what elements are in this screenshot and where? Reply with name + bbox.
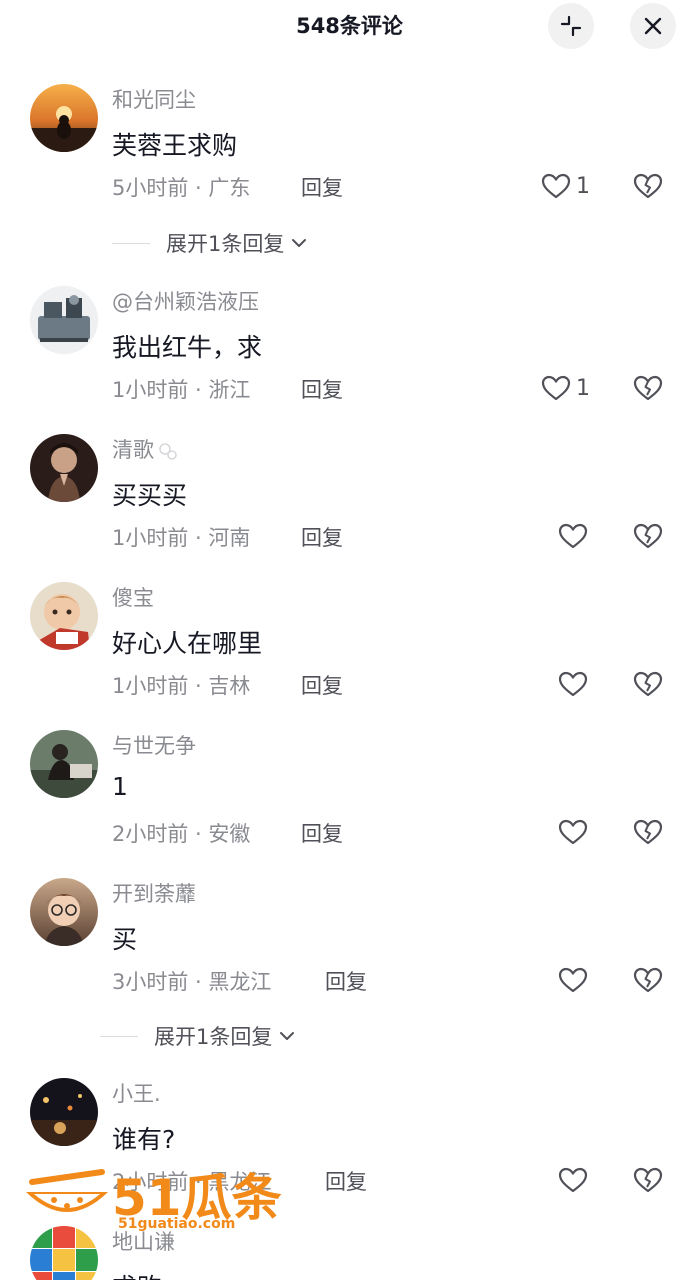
heart-icon	[558, 523, 588, 549]
like-count: 1	[576, 173, 590, 199]
comment-text: 我出红牛，求	[112, 333, 263, 362]
comment-time: 3小时前	[112, 970, 189, 994]
comment-time: 5小时前	[112, 176, 189, 200]
reply-button[interactable]: 回复	[325, 1166, 367, 1196]
expand-replies-label: 展开1条回复	[166, 232, 285, 256]
reply-button[interactable]: 回复	[301, 818, 343, 848]
comment-username[interactable]: 与世无争	[112, 730, 196, 760]
avatar[interactable]	[30, 1078, 98, 1146]
comment-text: 芙蓉王求购	[112, 131, 238, 160]
comment-text: 好心人在哪里	[112, 629, 263, 658]
expand-replies-button[interactable]: 展开1条回复	[100, 1021, 296, 1051]
heart-broken-icon	[633, 1167, 663, 1193]
avatar[interactable]	[30, 730, 98, 798]
comment-text: 1	[112, 772, 128, 801]
heart-broken-icon	[633, 375, 663, 401]
avatar[interactable]	[30, 878, 98, 946]
avatar[interactable]	[30, 434, 98, 502]
comment-meta: 1小时前 · 河南	[112, 526, 251, 550]
comment-meta: 2小时前 · 安徽	[112, 822, 251, 846]
comment-username[interactable]: 清歌	[112, 434, 180, 464]
like-button[interactable]	[557, 816, 589, 848]
comment-username[interactable]: 小王.	[112, 1078, 161, 1108]
dislike-button[interactable]	[632, 372, 664, 404]
comment-username[interactable]: @台州颖浩液压	[112, 286, 259, 316]
heart-broken-icon	[633, 173, 663, 199]
comment-location: 吉林	[208, 674, 251, 698]
badge-icon	[159, 443, 177, 460]
like-count: 1	[576, 375, 590, 401]
comment-meta: 5小时前 · 广东	[112, 176, 251, 200]
dislike-button[interactable]	[632, 520, 664, 552]
comment-location: 广东	[208, 176, 251, 200]
reply-button[interactable]: 回复	[301, 670, 343, 700]
heart-icon	[558, 967, 588, 993]
reply-button[interactable]: 回复	[301, 522, 343, 552]
comment-time: 2小时前	[112, 822, 189, 846]
watermark-logo: 51瓜条 51guatiao.com	[22, 1158, 322, 1238]
like-button[interactable]	[557, 520, 589, 552]
expand-replies-button[interactable]: 展开1条回复	[112, 228, 308, 258]
heart-icon	[558, 819, 588, 845]
heart-broken-icon	[633, 819, 663, 845]
dislike-button[interactable]	[632, 964, 664, 996]
comment-username[interactable]: 开到荼蘼	[112, 878, 196, 908]
comment-meta: 1小时前 · 浙江	[112, 378, 251, 402]
divider	[112, 242, 150, 244]
comment-text: 买	[112, 925, 138, 954]
like-button[interactable]: 1	[540, 372, 590, 404]
watermark-url: 51guatiao.com	[118, 1216, 236, 1232]
dislike-button[interactable]	[632, 816, 664, 848]
comment-location: 河南	[208, 526, 251, 550]
comment-time: 1小时前	[112, 378, 189, 402]
comment-text: 买买买	[112, 481, 188, 510]
divider	[100, 1035, 138, 1037]
avatar[interactable]	[30, 582, 98, 650]
like-button[interactable]	[557, 668, 589, 700]
comment-username[interactable]: 傻宝	[112, 582, 154, 612]
page-title: 548条评论	[296, 14, 403, 38]
collapse-button[interactable]	[548, 3, 594, 49]
comment-time: 1小时前	[112, 526, 189, 550]
like-button[interactable]	[557, 964, 589, 996]
comment-username-text: 清歌	[112, 438, 154, 462]
chevron-down-icon	[280, 1032, 295, 1040]
close-icon	[644, 17, 662, 35]
close-button[interactable]	[630, 3, 676, 49]
avatar[interactable]	[30, 84, 98, 152]
comments-header: 548条评论	[0, 0, 699, 50]
dislike-button[interactable]	[632, 1164, 664, 1196]
comment-meta: 1小时前 · 吉林	[112, 674, 251, 698]
reply-button[interactable]: 回复	[301, 374, 343, 404]
comment-text: 求购	[112, 1268, 162, 1280]
comment-location: 黑龙江	[208, 970, 272, 994]
comment-location: 浙江	[208, 378, 251, 402]
heart-icon	[541, 375, 571, 401]
heart-icon	[558, 671, 588, 697]
comment-text: 谁有?	[112, 1125, 176, 1154]
comment-meta: 3小时前 · 黑龙江	[112, 970, 272, 994]
reply-button[interactable]: 回复	[325, 966, 367, 996]
like-button[interactable]	[557, 1164, 589, 1196]
collapse-icon	[560, 15, 582, 37]
avatar[interactable]	[30, 286, 98, 354]
like-button[interactable]: 1	[540, 170, 590, 202]
heart-broken-icon	[633, 967, 663, 993]
comment-time: 1小时前	[112, 674, 189, 698]
chevron-down-icon	[292, 239, 307, 247]
heart-broken-icon	[633, 523, 663, 549]
comment-location: 安徽	[208, 822, 251, 846]
heart-broken-icon	[633, 671, 663, 697]
dislike-button[interactable]	[632, 668, 664, 700]
comment-username[interactable]: 和光同尘	[112, 84, 196, 114]
heart-icon	[541, 173, 571, 199]
watermelon-icon	[26, 1169, 108, 1212]
expand-replies-label: 展开1条回复	[154, 1025, 273, 1049]
heart-icon	[558, 1167, 588, 1193]
reply-button[interactable]: 回复	[301, 172, 343, 202]
dislike-button[interactable]	[632, 170, 664, 202]
